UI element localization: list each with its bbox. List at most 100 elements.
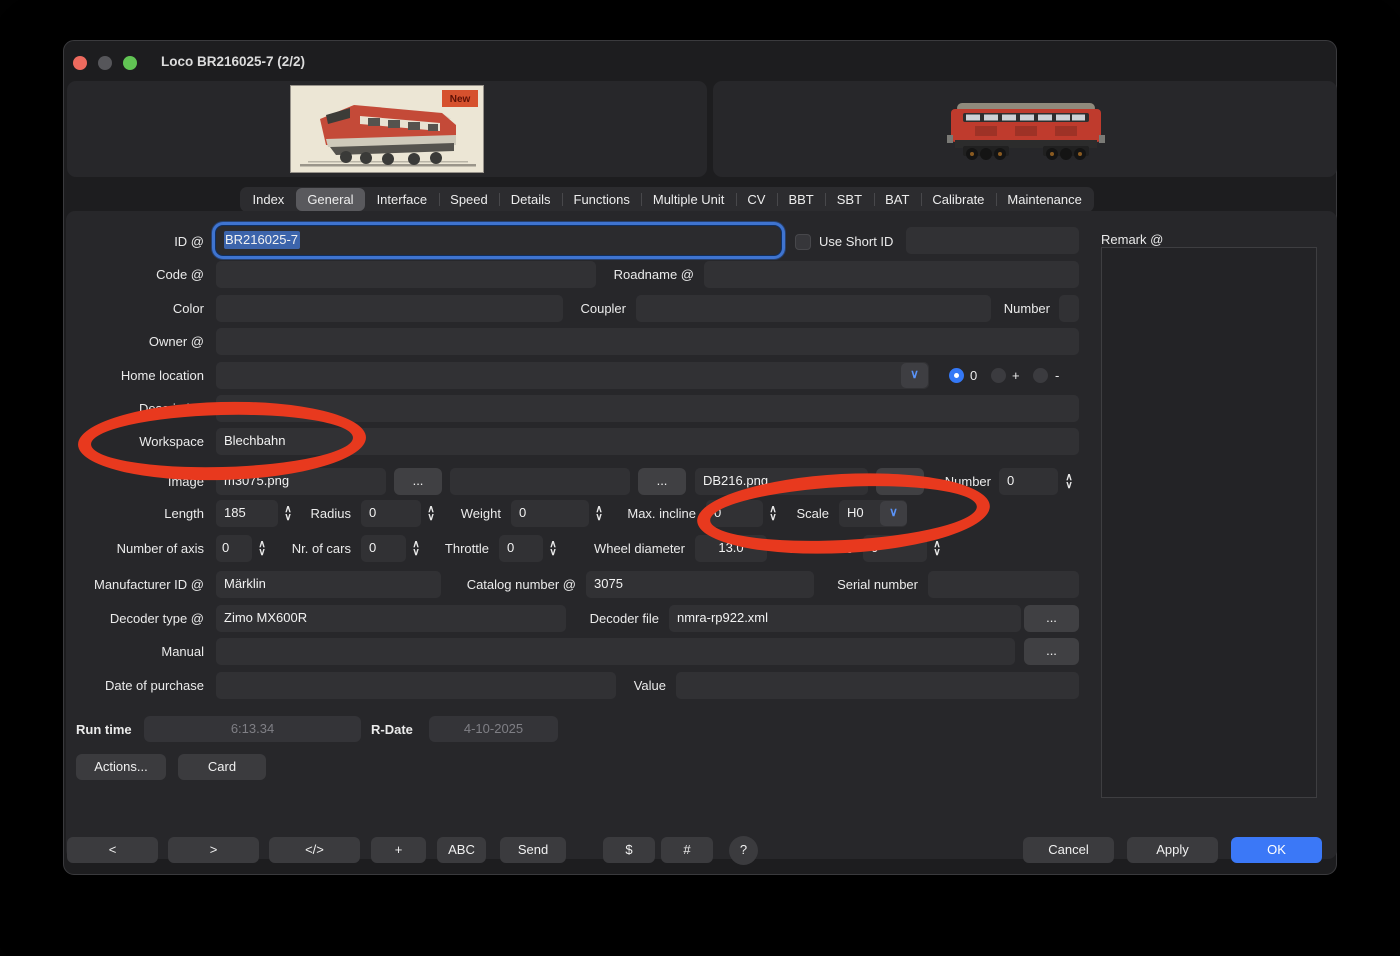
- color-input[interactable]: [216, 295, 563, 322]
- tab-interface[interactable]: Interface: [365, 188, 439, 211]
- use-short-id-label: Use Short ID: [819, 228, 893, 255]
- run-time-field: 6:13.34: [144, 716, 361, 742]
- home-location-dropdown[interactable]: ∨: [901, 363, 928, 388]
- radius-input[interactable]: 0: [361, 500, 421, 527]
- tab-index[interactable]: Index: [241, 188, 296, 211]
- number-input[interactable]: [1059, 295, 1079, 322]
- add-button[interactable]: +: [371, 837, 426, 863]
- loco-properties-dialog: Loco BR216025-7 (2/2): [63, 40, 1337, 875]
- manual-browse-button[interactable]: ...: [1024, 638, 1079, 665]
- max-incline-input[interactable]: 0: [706, 500, 763, 527]
- manufacturer-input[interactable]: Märklin: [216, 571, 441, 598]
- workspace-label: Workspace: [66, 428, 204, 455]
- image-browse-button[interactable]: ...: [394, 468, 442, 495]
- scale-dropdown[interactable]: ∨: [880, 501, 907, 526]
- code-input[interactable]: [216, 261, 596, 288]
- render-image-panel: [713, 81, 1337, 177]
- home-radio-plus[interactable]: [991, 368, 1006, 383]
- value-input[interactable]: [676, 672, 1079, 699]
- description-label: Description: [66, 395, 204, 422]
- coupler-input[interactable]: [636, 295, 991, 322]
- stepper-down-icon[interactable]: ∨: [549, 549, 556, 557]
- decoder-file-label: Decoder file: [559, 605, 659, 632]
- image3-browse-button[interactable]: ...: [876, 468, 924, 495]
- tab-speed[interactable]: Speed: [439, 188, 500, 211]
- length-input[interactable]: 185: [216, 500, 278, 527]
- image3-file-input[interactable]: DB216.png: [695, 468, 868, 495]
- tab-bat[interactable]: BAT: [874, 188, 921, 211]
- workspace-input[interactable]: Blechbahn: [216, 428, 1079, 455]
- date-of-purchase-input[interactable]: [216, 672, 616, 699]
- manual-input[interactable]: [216, 638, 1015, 665]
- home-radio-plus-label: +: [1012, 362, 1020, 389]
- send-button[interactable]: Send: [500, 837, 566, 863]
- tab-maintenance[interactable]: Maintenance: [996, 188, 1093, 211]
- stepper-down-icon[interactable]: ∨: [258, 549, 265, 557]
- tab-bbt[interactable]: BBT: [777, 188, 825, 211]
- tab-sbt[interactable]: SBT: [825, 188, 873, 211]
- abc-button[interactable]: ABC: [437, 837, 486, 863]
- cancel-button[interactable]: Cancel: [1023, 837, 1114, 863]
- dollar-button[interactable]: $: [603, 837, 655, 863]
- nr-of-cars-input[interactable]: 0: [361, 535, 406, 562]
- max-incline-label: Max. incline: [596, 500, 696, 527]
- remark-textarea[interactable]: [1101, 247, 1317, 798]
- owner-label: Owner @: [66, 328, 204, 355]
- tab-calibrate[interactable]: Calibrate: [921, 188, 996, 211]
- image-number-input[interactable]: 0: [999, 468, 1058, 495]
- minimize-button[interactable]: [98, 56, 112, 70]
- help-button[interactable]: ?: [729, 836, 758, 865]
- throttle-stepper[interactable]: ∧∨: [545, 535, 561, 563]
- catalog-image-panel: New: [67, 81, 707, 177]
- code-toggle-button[interactable]: </>: [269, 837, 360, 863]
- image2-file-input[interactable]: [450, 468, 630, 495]
- use-short-id-checkbox[interactable]: [795, 234, 811, 250]
- tab-cv[interactable]: CV: [736, 188, 777, 211]
- home-radio-minus-label: -: [1055, 362, 1059, 389]
- decoder-file-browse-button[interactable]: ...: [1024, 605, 1079, 632]
- number-of-axis-input[interactable]: 0: [216, 535, 252, 562]
- actions-button[interactable]: Actions...: [76, 754, 166, 780]
- image-number-stepper[interactable]: ∧∨: [1061, 468, 1077, 496]
- home-location-input[interactable]: [216, 362, 929, 389]
- loco-image-catalog: New: [290, 85, 484, 173]
- image-file-input[interactable]: m3075.png: [216, 468, 386, 495]
- r-date-label: R-Date: [371, 716, 423, 743]
- tab-multiple-unit[interactable]: Multiple Unit: [641, 188, 736, 211]
- throttle-input[interactable]: 0: [499, 535, 543, 562]
- weight-input[interactable]: 0: [511, 500, 589, 527]
- serial-number-input[interactable]: [928, 571, 1079, 598]
- home-radio-zero[interactable]: [949, 368, 964, 383]
- hash-button[interactable]: #: [661, 837, 713, 863]
- image2-browse-button[interactable]: ...: [638, 468, 686, 495]
- tab-general[interactable]: General: [296, 188, 365, 211]
- number-of-axis-stepper[interactable]: ∧∨: [254, 535, 270, 563]
- tab-functions[interactable]: Functions: [562, 188, 641, 211]
- card-button[interactable]: Card: [178, 754, 266, 780]
- ok-button[interactable]: OK: [1231, 837, 1322, 863]
- prev-button[interactable]: <: [67, 837, 158, 863]
- apply-button[interactable]: Apply: [1127, 837, 1218, 863]
- close-button[interactable]: [73, 56, 87, 70]
- roadname-input[interactable]: [704, 261, 1079, 288]
- decoder-type-input[interactable]: Zimo MX600R: [216, 605, 566, 632]
- owner-input[interactable]: [216, 328, 1079, 355]
- id-input[interactable]: BR216025-7: [216, 226, 781, 255]
- short-id-input[interactable]: [906, 227, 1079, 254]
- wheelbase-input[interactable]: 0: [863, 535, 927, 562]
- stepper-down-icon[interactable]: ∨: [933, 549, 940, 557]
- manual-label: Manual: [66, 638, 204, 665]
- code-label: Code @: [66, 261, 204, 288]
- home-radio-minus[interactable]: [1033, 368, 1048, 383]
- description-input[interactable]: [216, 395, 1079, 422]
- scale-label: Scale: [761, 500, 829, 527]
- tab-details[interactable]: Details: [499, 188, 562, 211]
- catalog-number-input[interactable]: 3075: [586, 571, 814, 598]
- id-selected-text: BR216025-7: [224, 231, 300, 249]
- next-button[interactable]: >: [168, 837, 259, 863]
- decoder-file-input[interactable]: nmra-rp922.xml: [669, 605, 1021, 632]
- wheelbase-stepper[interactable]: ∧∨: [929, 535, 945, 563]
- catalog-number-label: Catalog number @: [456, 571, 576, 598]
- zoom-button[interactable]: [123, 56, 137, 70]
- stepper-down-icon[interactable]: ∨: [1065, 482, 1072, 490]
